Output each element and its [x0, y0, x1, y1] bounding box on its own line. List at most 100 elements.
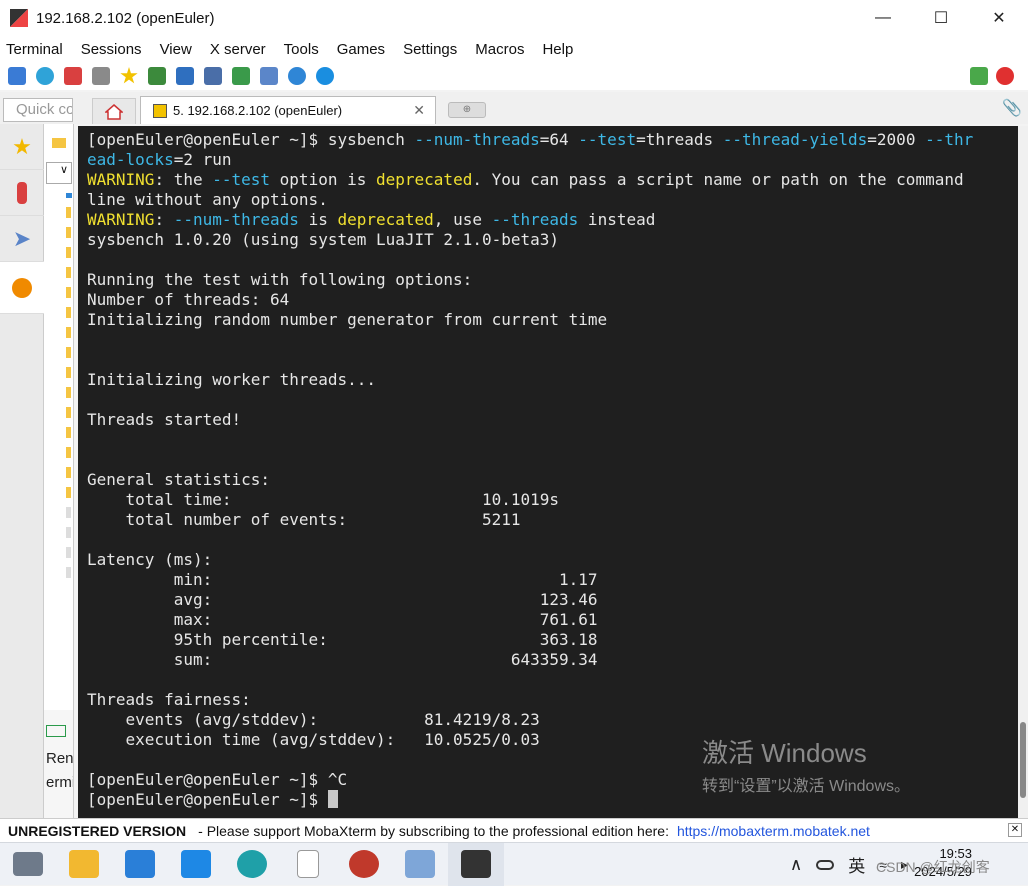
file-marker [66, 307, 71, 318]
cloud-icon[interactable] [816, 859, 835, 870]
quick-connect-input[interactable]: Quick connect... [3, 98, 73, 122]
terminal-text: total time: 10.1019s [87, 490, 560, 509]
terminal-line: sum: 643359.34 [87, 650, 1018, 670]
terminal-text: max: 761.61 [87, 610, 598, 629]
globe-icon [12, 277, 32, 298]
sidebar-macros[interactable]: ➤ [0, 216, 44, 262]
terminal-line: 95th percentile: 363.18 [87, 630, 1018, 650]
star-icon: ★ [12, 133, 32, 159]
support-link[interactable]: https://mobaxterm.mobatek.net [677, 823, 870, 839]
star-icon[interactable] [120, 67, 138, 84]
terminal-text: --num-threads [414, 130, 540, 149]
window-title: 192.168.2.102 (openEuler) [36, 9, 215, 27]
file-marker [66, 407, 71, 418]
ime-indicator[interactable]: 英 [848, 852, 865, 877]
new-tab-button[interactable]: ⊕ [448, 102, 486, 118]
store-icon [125, 850, 155, 878]
tab-home[interactable] [92, 98, 136, 124]
watermark-subtitle: 转到“设置”以激活 Windows。 [702, 778, 911, 795]
help-icon[interactable] [288, 67, 306, 85]
title-bar: 192.168.2.102 (openEuler) — ☐ ✕ [0, 0, 1028, 36]
file-marker [66, 207, 71, 218]
menu-x-server[interactable]: X server [204, 41, 272, 58]
tab-close-icon[interactable]: ✕ [413, 102, 425, 119]
terminal-text: [openEuler@openEuler ~]$ [87, 790, 328, 809]
terminal-line: Threads started! [87, 410, 1018, 430]
sidebar-sessions[interactable]: ★ [0, 124, 44, 170]
desktop-icon [13, 852, 43, 876]
menu-tools[interactable]: Tools [278, 41, 325, 58]
games-icon[interactable] [92, 67, 110, 85]
terminal-text: =2000 [867, 130, 926, 149]
terminal-text: WARNING [87, 210, 155, 229]
terminal-text: . You can pass a script name or path on … [472, 170, 964, 189]
menu-games[interactable]: Games [331, 41, 391, 58]
terminal-text: 95th percentile: 363.18 [87, 630, 598, 649]
folder-icon[interactable] [52, 138, 66, 148]
maximize-button[interactable]: ☐ [912, 0, 970, 36]
monitor-icon [46, 725, 66, 737]
multiexec-icon[interactable] [176, 67, 194, 85]
status-close-icon[interactable]: ✕ [1008, 823, 1022, 837]
mobaxterm-icon [461, 850, 491, 878]
scrollbar-thumb[interactable] [1020, 722, 1026, 798]
terminal-text: [openEuler@openEuler ~]$ ^C [87, 770, 348, 789]
taskbar-store[interactable] [112, 843, 168, 886]
terminal-text: Number of threads: 64 [87, 290, 290, 309]
menu-settings[interactable]: Settings [397, 41, 463, 58]
exit-icon[interactable] [996, 67, 1014, 85]
menu-bar: Terminal Sessions View X server Tools Ga… [0, 36, 1028, 62]
tools-icon[interactable] [64, 67, 82, 85]
file-marker [66, 327, 71, 338]
taskbar-edge[interactable] [224, 843, 280, 886]
menu-macros[interactable]: Macros [469, 41, 530, 58]
file-marker [66, 247, 71, 258]
terminal-text: avg: 123.46 [87, 590, 598, 609]
tab-session[interactable]: 5. 192.168.2.102 (openEuler) ✕ [140, 96, 436, 124]
terminal-line: max: 761.61 [87, 610, 1018, 630]
expand-arrow-icon[interactable] [66, 193, 72, 198]
taskbar-network-tool[interactable] [392, 843, 448, 886]
taskbar-vscode[interactable] [168, 843, 224, 886]
tray-chevron-icon[interactable]: ∧ [790, 855, 802, 875]
xserver-icon[interactable] [970, 67, 988, 85]
packages-icon[interactable] [232, 67, 250, 85]
terminal-text: =64 [539, 130, 579, 149]
path-dropdown[interactable]: ∨ [46, 162, 72, 184]
menu-terminal[interactable]: Terminal [0, 41, 69, 58]
servers-icon[interactable] [36, 67, 54, 85]
terminal-text: line without any options. [87, 190, 328, 209]
split-icon[interactable] [148, 67, 166, 85]
taskbar-desktop[interactable] [0, 843, 56, 886]
menu-sessions[interactable]: Sessions [75, 41, 148, 58]
file-marker [66, 287, 71, 298]
terminal-text: --thr [925, 130, 974, 149]
menu-view[interactable]: View [154, 41, 198, 58]
taskbar-app-red[interactable] [336, 843, 392, 886]
unregistered-label: UNREGISTERED VERSION [8, 822, 187, 839]
close-button[interactable]: ✕ [970, 0, 1028, 36]
terminal-line: Threads fairness: [87, 690, 1018, 710]
tunneling-icon[interactable] [204, 67, 222, 85]
minimize-button[interactable]: — [854, 0, 912, 36]
terminal-text: option is [270, 170, 376, 189]
terminal-output[interactable]: [openEuler@openEuler ~]$ sysbench --num-… [78, 126, 1018, 818]
sftp-bottom-item: ermi [46, 774, 74, 791]
settings-gear-icon[interactable] [260, 67, 278, 85]
sidebar-tools[interactable] [0, 170, 44, 216]
attach-icon[interactable]: 📎 [1002, 98, 1022, 118]
sidebar-sftp[interactable] [0, 262, 44, 314]
terminal-text: --test [212, 170, 271, 189]
session-icon[interactable] [8, 67, 26, 85]
terminal-scrollbar[interactable] [1018, 126, 1028, 818]
menu-help[interactable]: Help [536, 41, 579, 58]
taskbar-file-explorer[interactable] [56, 843, 112, 886]
taskbar-notepad[interactable] [280, 843, 336, 886]
terminal-text: =threads [636, 130, 723, 149]
info-icon[interactable] [316, 67, 334, 85]
taskbar-mobaxterm[interactable] [448, 842, 504, 886]
